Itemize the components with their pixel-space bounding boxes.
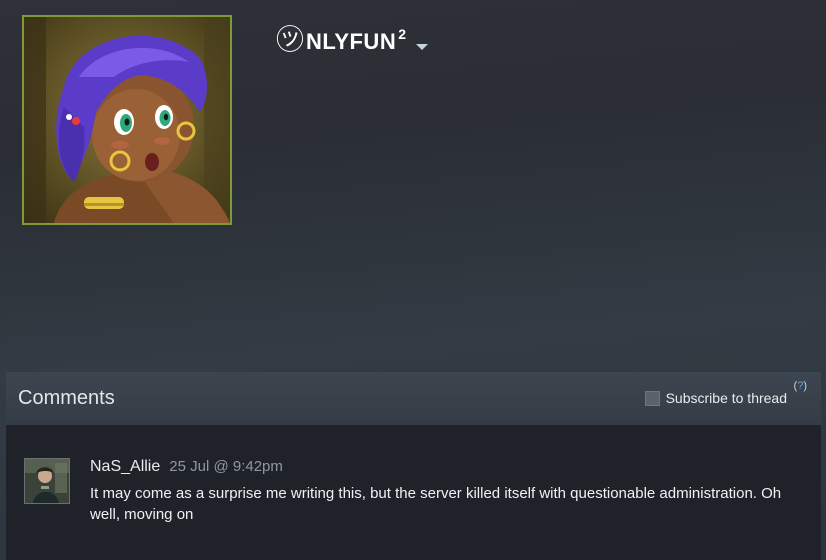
commenter-avatar[interactable] — [24, 458, 70, 504]
help-close-paren: ) — [803, 380, 807, 392]
comment-timestamp: 25 Jul @ 9:42pm — [169, 458, 283, 475]
comments-header: Comments Subscribe to thread (?) — [6, 372, 821, 425]
profile-name-text: NLYFUN — [306, 29, 397, 54]
comment-meta: NaS_Allie 25 Jul @ 9:42pm — [90, 458, 790, 480]
comment-body: NaS_Allie 25 Jul @ 9:42pm It may come as… — [90, 458, 790, 525]
comments-title: Comments — [18, 387, 115, 409]
smiley-icon: ㋡ — [276, 23, 305, 56]
profile-avatar[interactable] — [22, 15, 232, 225]
comments-panel: Comments Subscribe to thread (?) NaS_All… — [6, 372, 821, 560]
caret-down-icon[interactable] — [416, 44, 429, 50]
subscribe-checkbox[interactable] — [644, 390, 660, 406]
anime-avatar-image — [24, 17, 230, 223]
profile-name[interactable]: ㋡ NLYFUN 2 — [276, 23, 429, 60]
help-link[interactable]: (?) — [794, 380, 807, 392]
comment-text: It may come as a surprise me writing thi… — [90, 485, 782, 523]
profile-name-superscript: 2 — [398, 26, 407, 42]
user-avatar-image — [25, 459, 69, 503]
subscribe-label[interactable]: Subscribe to thread — [666, 390, 787, 406]
subscribe-to-thread[interactable]: Subscribe to thread — [644, 390, 787, 406]
comment-author[interactable]: NaS_Allie — [90, 458, 160, 476]
